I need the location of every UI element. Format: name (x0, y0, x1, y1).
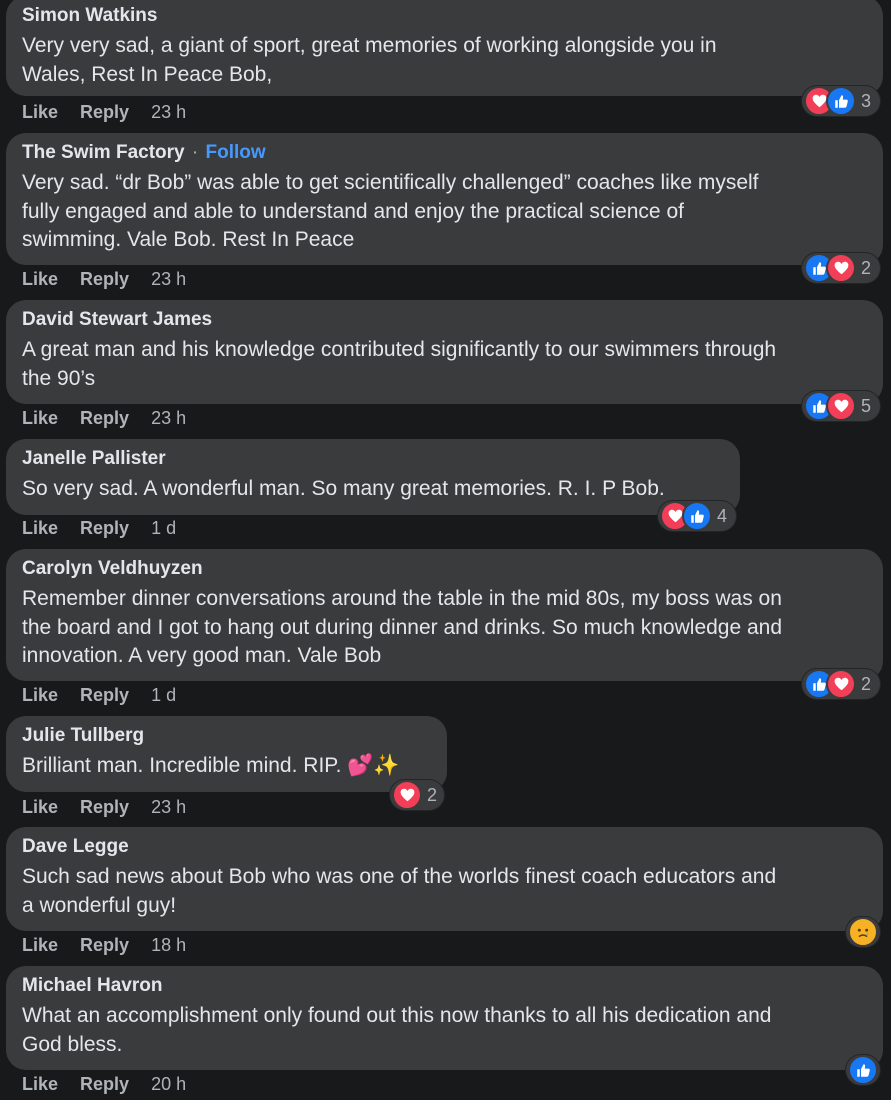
reply-button[interactable]: Reply (80, 935, 129, 955)
comment-author[interactable]: Julie Tullberg (22, 724, 431, 748)
comment-author[interactable]: Dave Legge (22, 835, 867, 859)
reply-button[interactable]: Reply (80, 518, 129, 538)
timestamp[interactable]: 23 h (151, 269, 186, 289)
heart-reaction-icon (826, 669, 856, 699)
reaction-count: 2 (427, 784, 438, 805)
reaction-count: 2 (861, 673, 872, 694)
like-reaction-icon (682, 501, 712, 531)
timestamp[interactable]: 1 d (151, 518, 176, 538)
comment-author[interactable]: David Stewart James (22, 308, 867, 332)
reaction-summary[interactable]: 4 (658, 501, 736, 531)
follow-link[interactable]: Follow (206, 142, 266, 163)
timestamp[interactable]: 23 h (151, 408, 186, 428)
reply-button[interactable]: Reply (80, 1074, 129, 1094)
comment-text: Very sad. “dr Bob” was able to get scien… (22, 171, 759, 251)
comment-actions: Like Reply 23 h (22, 408, 186, 428)
reaction-summary[interactable]: 2 (802, 253, 880, 283)
reaction-summary[interactable]: 3 (802, 86, 880, 116)
heart-reaction-icon (826, 391, 856, 421)
timestamp[interactable]: 18 h (151, 935, 186, 955)
reply-button[interactable]: Reply (80, 102, 129, 122)
comment-bubble: Janelle Pallister So very sad. A wonderf… (6, 439, 740, 515)
like-button[interactable]: Like (22, 1074, 58, 1094)
comment-text: Remember dinner conversations around the… (22, 587, 783, 667)
comment-bubble: Michael Havron What an accomplishment on… (6, 966, 883, 1070)
like-button[interactable]: Like (22, 797, 58, 817)
reaction-summary[interactable]: 2 (802, 669, 880, 699)
timestamp[interactable]: 23 h (151, 102, 186, 122)
comment-author[interactable]: Michael Havron (22, 974, 867, 998)
comment-actions: Like Reply 1 d (22, 518, 176, 538)
like-button[interactable]: Like (22, 408, 58, 428)
comment-text: What an accomplishment only found out th… (22, 1004, 772, 1056)
comment-actions: Like Reply 1 d (22, 685, 176, 705)
reaction-count: 4 (717, 505, 728, 526)
reply-button[interactable]: Reply (80, 408, 129, 428)
comment-actions: Like Reply 23 h (22, 102, 186, 122)
like-button[interactable]: Like (22, 269, 58, 289)
reaction-count: 5 (861, 395, 872, 416)
comment-author[interactable]: Simon Watkins (22, 4, 867, 28)
comment-text: Such sad news about Bob who was one of t… (22, 865, 777, 917)
reaction-count: 2 (861, 257, 872, 278)
comment-bubble: Carolyn Veldhuyzen Remember dinner conve… (6, 549, 883, 681)
separator-dot: · (191, 142, 199, 163)
reaction-count: 3 (861, 90, 872, 111)
like-button[interactable]: Like (22, 102, 58, 122)
reply-button[interactable]: Reply (80, 797, 129, 817)
comment-actions: Like Reply 20 h (22, 1074, 186, 1094)
reaction-summary[interactable] (846, 917, 880, 947)
author-name[interactable]: The Swim Factory (22, 142, 185, 163)
comment-text: A great man and his knowledge contribute… (22, 338, 777, 390)
comment-actions: Like Reply 23 h (22, 797, 186, 817)
like-button[interactable]: Like (22, 685, 58, 705)
comment-bubble: Julie Tullberg Brilliant man. Incredible… (6, 716, 447, 792)
comment-actions: Like Reply 23 h (22, 269, 186, 289)
like-button[interactable]: Like (22, 518, 58, 538)
comment-text: So very sad. A wonderful man. So many gr… (22, 477, 665, 500)
reaction-summary[interactable]: 2 (390, 780, 444, 810)
comment-text: Very very sad, a giant of sport, great m… (22, 34, 717, 86)
reply-button[interactable]: Reply (80, 269, 129, 289)
timestamp[interactable]: 23 h (151, 797, 186, 817)
heart-reaction-icon (392, 780, 422, 810)
comment-actions: Like Reply 18 h (22, 935, 186, 955)
reaction-summary[interactable]: 5 (802, 391, 880, 421)
like-reaction-icon (848, 1055, 878, 1085)
like-reaction-icon (826, 86, 856, 116)
comment-bubble: David Stewart James A great man and his … (6, 300, 883, 404)
comment-bubble: The Swim Factory · Follow Very sad. “dr … (6, 133, 883, 265)
like-button[interactable]: Like (22, 935, 58, 955)
comment-author: The Swim Factory · Follow (22, 141, 867, 165)
reply-button[interactable]: Reply (80, 685, 129, 705)
comment-text: Brilliant man. Incredible mind. RIP. 💕✨ (22, 754, 400, 777)
sad-face-reaction-icon (848, 917, 878, 947)
heart-reaction-icon (826, 253, 856, 283)
timestamp[interactable]: 1 d (151, 685, 176, 705)
comment-bubble: Simon Watkins Very very sad, a giant of … (6, 0, 883, 96)
comment-author[interactable]: Carolyn Veldhuyzen (22, 557, 867, 581)
comment-author[interactable]: Janelle Pallister (22, 447, 724, 471)
comment-bubble: Dave Legge Such sad news about Bob who w… (6, 827, 883, 931)
reaction-summary[interactable] (846, 1055, 880, 1085)
timestamp[interactable]: 20 h (151, 1074, 186, 1094)
